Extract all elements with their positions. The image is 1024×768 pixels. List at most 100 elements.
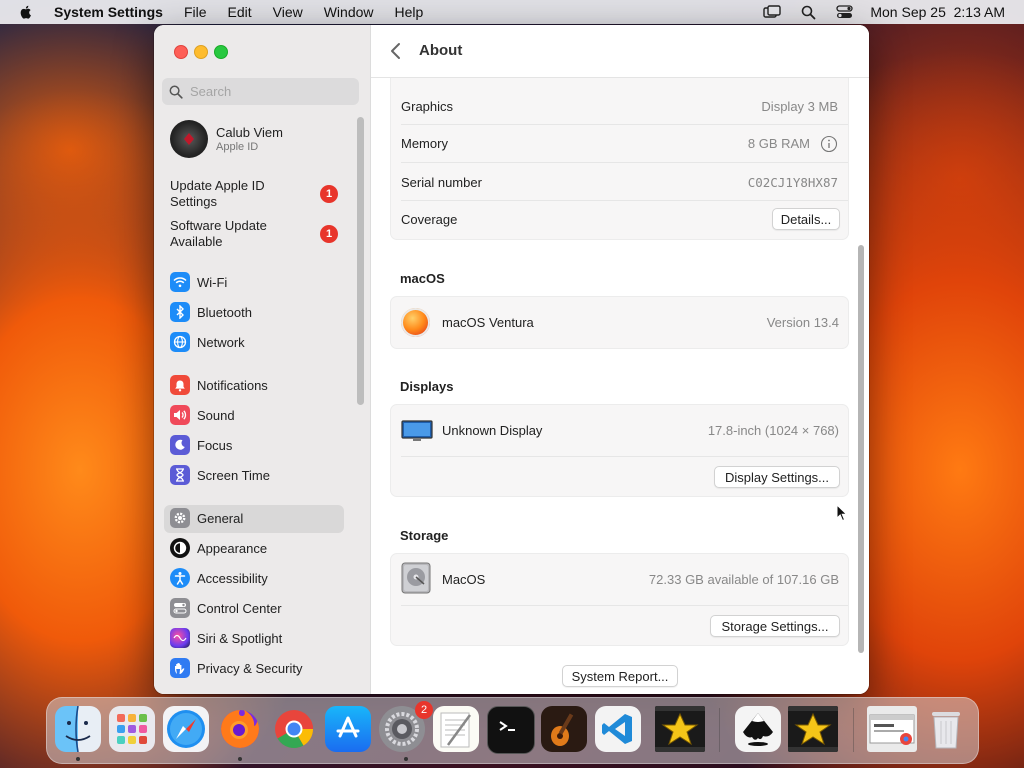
sidebar-item-label: Siri & Spotlight bbox=[197, 630, 283, 646]
storage-settings-button[interactable]: Storage Settings... bbox=[710, 615, 840, 637]
search-icon[interactable] bbox=[798, 4, 818, 20]
sidebar-item-siri-spotlight[interactable]: Siri & Spotlight bbox=[170, 628, 282, 648]
displays-section-title: Displays bbox=[400, 379, 454, 394]
appearance-icon bbox=[170, 538, 190, 558]
avatar bbox=[170, 120, 208, 158]
search-placeholder: Search bbox=[190, 84, 232, 99]
zoom-window-button[interactable] bbox=[214, 45, 228, 59]
divider bbox=[401, 200, 848, 201]
firefox-icon[interactable] bbox=[217, 706, 263, 752]
search-icon bbox=[169, 85, 183, 99]
sidebar-item-accessibility[interactable]: Accessibility bbox=[170, 568, 268, 588]
sidebar-item-label: General bbox=[197, 510, 244, 526]
sidebar-item-appearance[interactable]: Appearance bbox=[170, 538, 267, 558]
accessibility-icon bbox=[170, 568, 190, 588]
graphics-row: Graphics Display 3 MB bbox=[401, 99, 838, 114]
alert-software-update[interactable]: Software Update Available bbox=[170, 218, 300, 250]
apple-id-profile[interactable]: Calub Viem Apple ID bbox=[170, 120, 283, 158]
memory-row: Memory 8 GB RAM bbox=[401, 135, 838, 153]
back-chevron-icon[interactable] bbox=[390, 42, 402, 60]
storage-card: MacOS 72.33 GB available of 107.16 GB St… bbox=[390, 553, 849, 646]
dock-divider bbox=[719, 708, 720, 752]
star-film-icon[interactable] bbox=[788, 706, 838, 752]
storage-name: MacOS bbox=[442, 572, 486, 587]
chrome-icon[interactable] bbox=[271, 706, 317, 752]
network-icon bbox=[170, 332, 190, 352]
memory-value: 8 GB RAM bbox=[747, 136, 810, 151]
sidebar-item-label: Network bbox=[197, 334, 245, 350]
safari-icon[interactable] bbox=[163, 706, 209, 752]
search-field[interactable]: Search bbox=[162, 78, 359, 105]
profile-subtitle: Apple ID bbox=[216, 141, 259, 153]
graphics-label: Graphics bbox=[401, 99, 454, 114]
system-settings-window: Search Calub Viem Apple ID Update Apple … bbox=[154, 25, 869, 694]
sidebar-item-screen-time[interactable]: Screen Time bbox=[170, 465, 270, 485]
mouse-cursor-icon bbox=[836, 504, 848, 522]
sidebar-item-label: Accessibility bbox=[197, 570, 268, 586]
hand-icon bbox=[170, 658, 190, 678]
menu-view[interactable]: View bbox=[273, 4, 303, 20]
serial-row: Serial number C02CJ1Y8HX87 bbox=[401, 175, 838, 190]
sidebar-item-general[interactable]: General bbox=[170, 508, 243, 528]
apple-logo-icon[interactable] bbox=[18, 4, 34, 20]
chrome-window-icon[interactable] bbox=[867, 706, 917, 752]
menu-edit[interactable]: Edit bbox=[228, 4, 252, 20]
screen-mirroring-icon[interactable] bbox=[762, 4, 782, 20]
terminal-icon[interactable] bbox=[487, 706, 535, 754]
alert-badge: 1 bbox=[320, 225, 338, 243]
sidebar-item-privacy-security[interactable]: Privacy & Security bbox=[170, 658, 302, 678]
launchpad-icon[interactable] bbox=[109, 706, 155, 752]
serial-label: Serial number bbox=[401, 175, 482, 190]
hardware-card: Graphics Display 3 MB Memory 8 GB RAM Se… bbox=[390, 75, 849, 240]
menu-app-name[interactable]: System Settings bbox=[54, 4, 163, 20]
inkscape-icon[interactable] bbox=[735, 706, 781, 752]
dock-badge: 2 bbox=[415, 701, 433, 719]
garageband-icon[interactable] bbox=[541, 706, 587, 752]
sidebar-item-wifi[interactable]: Wi-Fi bbox=[170, 272, 227, 292]
focus-icon bbox=[170, 435, 190, 455]
sidebar-item-notifications[interactable]: Notifications bbox=[170, 375, 268, 395]
sidebar-scrollbar[interactable] bbox=[357, 117, 364, 405]
sidebar-item-focus[interactable]: Focus bbox=[170, 435, 232, 455]
sidebar-item-sound[interactable]: Sound bbox=[170, 405, 235, 425]
divider bbox=[401, 456, 848, 457]
menu-clock[interactable]: Mon Sep 25 2:13 AM bbox=[870, 4, 1005, 20]
page-title: About bbox=[419, 42, 463, 59]
siri-icon bbox=[170, 628, 190, 648]
star-film-icon[interactable] bbox=[655, 706, 705, 752]
divider bbox=[401, 124, 848, 125]
main-scrollbar[interactable] bbox=[858, 245, 864, 653]
sidebar-item-network[interactable]: Network bbox=[170, 332, 245, 352]
macos-ventura-icon bbox=[401, 308, 430, 337]
info-icon[interactable] bbox=[820, 135, 838, 153]
wifi-icon bbox=[170, 272, 190, 292]
menu-window[interactable]: Window bbox=[324, 4, 374, 20]
profile-name: Calub Viem bbox=[216, 125, 283, 140]
details-button[interactable]: Details... bbox=[772, 208, 840, 230]
control-center-icon[interactable] bbox=[834, 4, 854, 20]
divider bbox=[401, 605, 848, 606]
sidebar-item-bluetooth[interactable]: Bluetooth bbox=[170, 302, 252, 322]
running-indicator bbox=[76, 757, 80, 761]
textedit-icon[interactable] bbox=[433, 706, 479, 752]
minimize-window-button[interactable] bbox=[194, 45, 208, 59]
sidebar-item-label: Appearance bbox=[197, 540, 268, 556]
close-window-button[interactable] bbox=[174, 45, 188, 59]
dock: 2 bbox=[46, 697, 979, 764]
macos-name: macOS Ventura bbox=[442, 315, 534, 330]
menu-file[interactable]: File bbox=[184, 4, 207, 20]
app-store-icon[interactable] bbox=[325, 706, 371, 752]
display-settings-button[interactable]: Display Settings... bbox=[714, 466, 840, 488]
sidebar-item-label: Sound bbox=[197, 407, 235, 423]
finder-icon[interactable] bbox=[55, 706, 101, 752]
menu-help[interactable]: Help bbox=[395, 4, 424, 20]
sidebar-item-label: Notifications bbox=[197, 377, 268, 393]
system-report-button[interactable]: System Report... bbox=[562, 665, 678, 687]
sidebar-item-label: Screen Time bbox=[197, 467, 270, 483]
alert-update-apple-id[interactable]: Update Apple ID Settings bbox=[170, 178, 300, 210]
divider bbox=[401, 162, 848, 163]
trash-icon[interactable] bbox=[923, 706, 969, 752]
vscode-icon[interactable] bbox=[595, 706, 641, 752]
sidebar-item-control-center[interactable]: Control Center bbox=[170, 598, 282, 618]
screen-time-icon bbox=[170, 465, 190, 485]
